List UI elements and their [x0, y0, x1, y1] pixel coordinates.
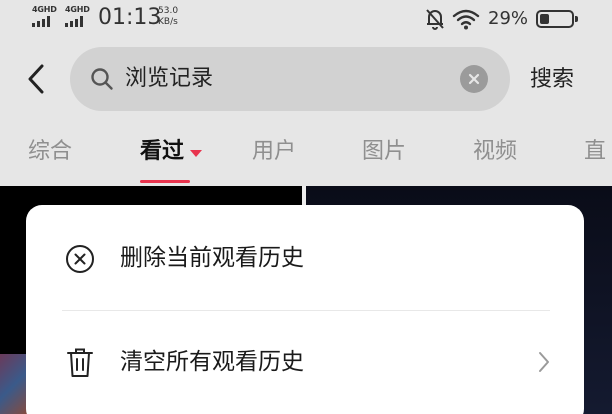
- history-action-sheet: 删除当前观看历史 清空所有观看历史: [26, 205, 584, 414]
- clear-search-button[interactable]: [460, 65, 488, 93]
- tab-users[interactable]: 用户: [252, 136, 296, 168]
- back-button[interactable]: [22, 62, 50, 96]
- signal-icon: [32, 16, 50, 27]
- caret-down-icon: [190, 150, 203, 157]
- network-speed-value: 53.0: [158, 6, 179, 16]
- signal-icon: [65, 16, 83, 27]
- sim1-signal: 4GHD: [32, 6, 62, 28]
- delete-current-history-option[interactable]: 删除当前观看历史: [26, 219, 584, 299]
- status-bar: 4GHD 4GHD 01:13 53.0 KB/s 29%: [0, 0, 612, 38]
- sheet-divider: [62, 310, 550, 311]
- tab-live[interactable]: 直: [584, 136, 606, 168]
- circle-x-icon: [64, 243, 96, 275]
- back-arrow-icon: [28, 64, 44, 94]
- clear-x-icon: [468, 73, 480, 85]
- battery-percent: 29%: [488, 8, 529, 29]
- battery-fill: [540, 14, 549, 24]
- clear-all-history-option[interactable]: 清空所有观看历史: [26, 323, 584, 403]
- network-speed: 53.0 KB/s: [158, 6, 178, 28]
- tab-watched[interactable]: 看过: [140, 136, 203, 168]
- chevron-right-icon: [538, 351, 550, 377]
- trash-icon: [64, 347, 96, 379]
- tab-all[interactable]: 综合: [28, 136, 72, 168]
- magnifier-icon: [90, 67, 114, 95]
- tab-watched-label: 看过: [140, 139, 185, 164]
- search-input[interactable]: 浏览记录: [70, 47, 510, 111]
- clock: 01:13: [98, 5, 162, 30]
- sim2-generation: 4GHD: [65, 5, 90, 14]
- tab-images[interactable]: 图片: [362, 136, 406, 168]
- option-label: 清空所有观看历史: [120, 349, 304, 375]
- wifi-icon: [452, 8, 480, 34]
- mute-bell-icon: [424, 7, 446, 35]
- battery-icon: [536, 10, 578, 28]
- network-speed-unit: KB/s: [158, 17, 178, 27]
- active-tab-indicator: [140, 180, 190, 183]
- sim1-generation: 4GHD: [32, 5, 57, 14]
- option-label: 删除当前观看历史: [120, 245, 304, 271]
- result-tabs: 综合 看过 用户 图片 视频 直: [0, 130, 612, 186]
- search-submit-button[interactable]: 搜索: [530, 64, 574, 96]
- tab-videos[interactable]: 视频: [473, 136, 517, 168]
- search-query[interactable]: 浏览记录: [125, 62, 213, 96]
- sim2-signal: 4GHD: [65, 6, 95, 28]
